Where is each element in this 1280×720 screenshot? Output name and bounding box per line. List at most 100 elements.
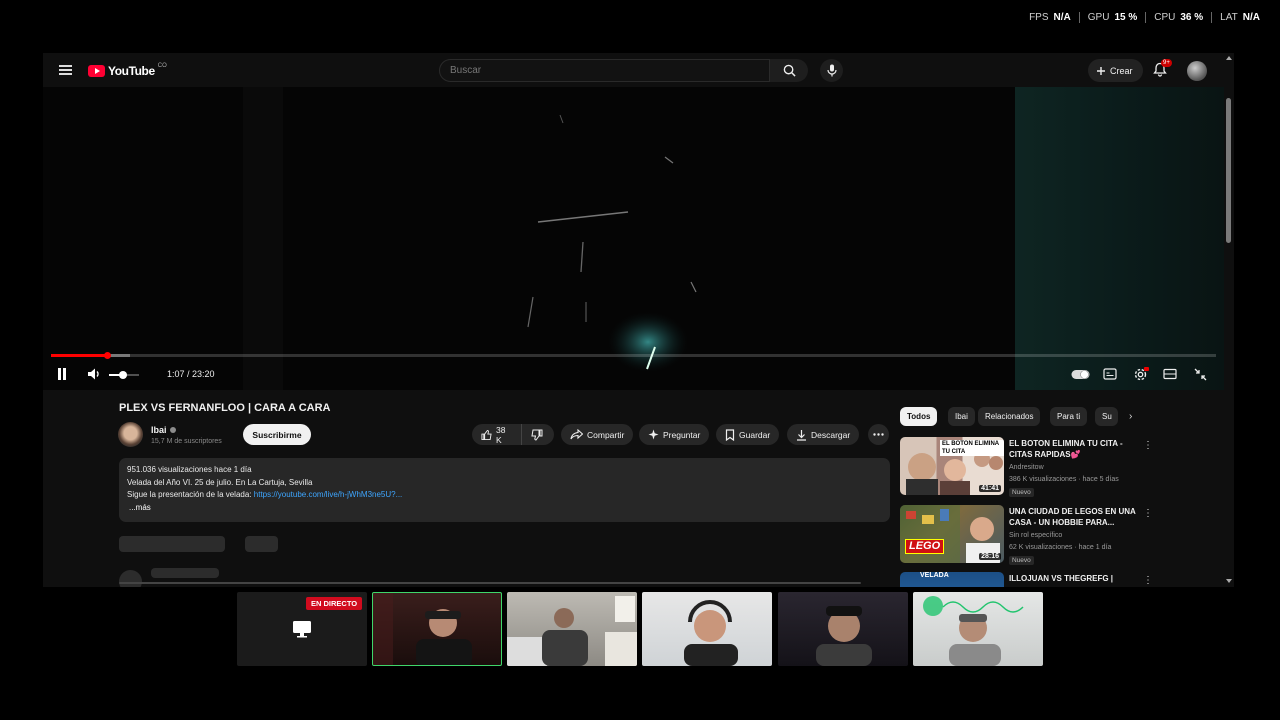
mute-button[interactable] [86, 367, 102, 381]
chips-next-arrow[interactable]: › [1129, 411, 1132, 422]
recommendation-item[interactable]: LEGO 28:16 UNA CIUDAD DE LEGOS EN UNA CA… [900, 505, 1153, 567]
theater-mode-button[interactable] [1162, 367, 1178, 381]
account-avatar[interactable] [1187, 61, 1207, 81]
more-vertical-icon[interactable]: ⋮ [1143, 575, 1150, 586]
recommendation-title[interactable]: EL BOTON ELIMINA TU CITA - CITAS RAPIDAS… [1009, 438, 1137, 460]
participant-tile[interactable] [913, 592, 1043, 666]
recommendation-channel[interactable]: Andresitow [1009, 464, 1044, 471]
scrubber-handle[interactable] [103, 352, 111, 359]
chip-ibai[interactable]: Ibai [948, 407, 975, 426]
more-vertical-icon[interactable]: ⋮ [1143, 508, 1153, 519]
theater-mode-icon [1163, 368, 1177, 380]
chip-for-you[interactable]: Para ti [1050, 407, 1088, 426]
search-icon [783, 64, 796, 77]
subscribe-button[interactable]: Suscribirme [243, 424, 311, 445]
chip-related[interactable]: Relacionados [978, 407, 1041, 426]
video-duration: 41:41 [979, 485, 1001, 492]
channel-name-row[interactable]: Ibai [151, 425, 176, 435]
volume-handle[interactable] [118, 371, 127, 379]
plus-icon [1097, 66, 1105, 75]
exit-fullscreen-icon [1194, 368, 1206, 380]
more-vertical-icon[interactable]: ⋮ [1143, 440, 1153, 451]
page-scrollbar[interactable] [1226, 98, 1231, 243]
fps-value: N/A [1053, 12, 1071, 23]
settings-button[interactable] [1132, 366, 1150, 382]
progress-bar[interactable] [51, 352, 1216, 359]
channel-avatar[interactable] [118, 422, 143, 447]
live-badge: EN DIRECTO [306, 597, 363, 610]
video-thumbnail[interactable]: LEGO 28:16 [900, 505, 1004, 563]
gear-icon [1134, 367, 1149, 381]
video-player[interactable]: 1:07 / 23:20 [43, 87, 1224, 390]
loading-divider [119, 582, 861, 584]
more-horizontal-icon [873, 433, 884, 436]
video-thumbnail[interactable]: EL BOTON ELIMINA TU CITA 41:41 [900, 437, 1004, 495]
recommendation-title[interactable]: ILLOJUAN VS THEGREFG | [1009, 573, 1137, 584]
autoplay-toggle[interactable] [1071, 367, 1091, 381]
create-button[interactable]: Crear [1088, 59, 1143, 82]
cpu-value: 36 % [1180, 12, 1204, 23]
recommendation-meta: 62 K visualizaciones · hace 1 día [1009, 544, 1112, 551]
chip-subscriptions[interactable]: Su [1095, 407, 1118, 426]
search-button[interactable] [770, 59, 808, 82]
volume-icon [88, 368, 99, 380]
logo-text: YouTube [108, 64, 155, 78]
participant-video [507, 596, 637, 666]
save-label: Guardar [739, 429, 771, 440]
bookmark-icon [725, 428, 735, 441]
download-button[interactable]: Descargar [787, 424, 860, 445]
exit-fullscreen-button[interactable] [1192, 367, 1208, 381]
recommendation-channel[interactable]: Sin rol específico [1009, 532, 1062, 539]
voice-search-button[interactable] [820, 59, 843, 82]
show-more-link[interactable]: ...más [129, 502, 882, 515]
gpu-value: 15 % [1114, 12, 1138, 23]
menu-icon[interactable] [59, 65, 72, 75]
played-bar [51, 354, 107, 357]
download-label: Descargar [811, 429, 851, 440]
thumbs-down-icon [531, 429, 543, 441]
dislike-button[interactable] [521, 424, 554, 445]
scroll-down-arrow[interactable] [1226, 579, 1232, 583]
ask-button[interactable]: Preguntar [639, 424, 710, 445]
participant-tile[interactable] [372, 592, 502, 666]
download-icon [797, 429, 806, 441]
video-frame [43, 87, 1224, 390]
verified-icon [169, 427, 176, 433]
pause-icon [58, 368, 66, 380]
search-input[interactable]: Buscar [439, 59, 770, 82]
sparkle-icon [648, 429, 659, 440]
subscriber-count: 15,7 M de suscriptores [151, 438, 222, 445]
autoplay-toggle-icon [1071, 369, 1090, 379]
video-title: PLEX VS FERNANFLOO | CARA A CARA [119, 402, 331, 414]
description-box[interactable]: 951.036 visualizaciones hace 1 día Velad… [119, 458, 890, 522]
share-button[interactable]: Compartir [561, 424, 634, 445]
participant-tile[interactable] [507, 592, 637, 666]
scroll-up-arrow[interactable] [1226, 56, 1232, 60]
recommendation-item[interactable]: VELADA ILLOJUAN VS THEGREFG | ⋮ [900, 572, 1150, 587]
like-button[interactable]: 38 K [472, 424, 521, 445]
save-button[interactable]: Guardar [716, 424, 780, 445]
pause-button[interactable] [55, 367, 69, 381]
description-link[interactable]: https://youtube.com/live/h-jWhM3ne5U?... [254, 490, 403, 499]
share-label: Compartir [587, 429, 625, 440]
more-actions-button[interactable] [868, 424, 889, 445]
description-link-line: Sigue la presentación de la velada: http… [127, 489, 882, 502]
new-badge: Nuevo [1009, 488, 1034, 497]
participant-tile[interactable] [778, 592, 908, 666]
subtitles-button[interactable] [1102, 367, 1118, 381]
youtube-logo[interactable]: YouTube CO [88, 63, 167, 78]
loading-placeholder [119, 570, 142, 587]
loading-placeholder [119, 536, 225, 552]
create-label: Crear [1110, 65, 1133, 76]
participant-video [684, 600, 738, 666]
video-thumbnail[interactable]: VELADA [900, 572, 1004, 587]
cpu-label: CPU [1154, 12, 1176, 23]
fps-label: FPS [1029, 12, 1049, 23]
participant-tile[interactable] [642, 592, 772, 666]
notifications-button[interactable]: 9+ [1153, 59, 1172, 80]
channel-name[interactable]: Ibai [151, 425, 167, 435]
share-icon [570, 429, 583, 440]
recommendation-item[interactable]: EL BOTON ELIMINA TU CITA 41:41 EL BOTON … [900, 437, 1153, 499]
recommendation-title[interactable]: UNA CIUDAD DE LEGOS EN UNA CASA - UN HOB… [1009, 506, 1137, 528]
chip-all[interactable]: Todos [900, 407, 938, 426]
